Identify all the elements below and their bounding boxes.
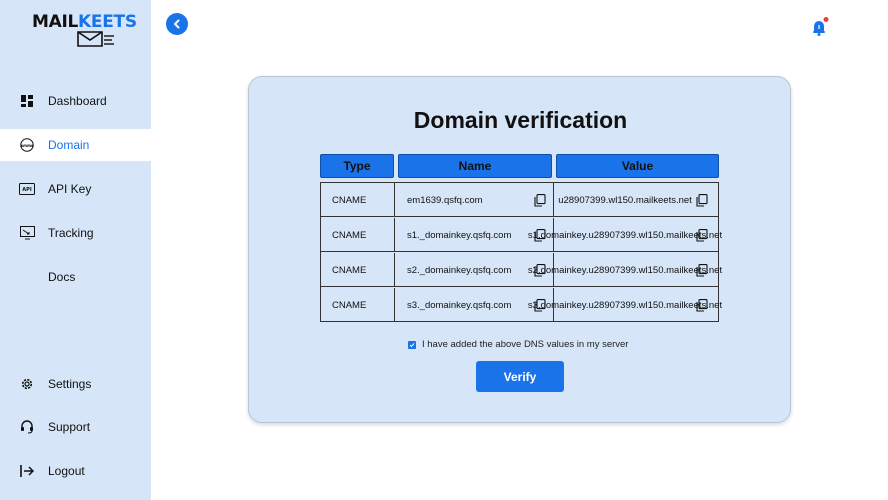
record-value: s1.domainkey.u28907399.wl150.mailkeets.n… <box>527 229 723 241</box>
sidebar: MAILKEETS Dashboard www Domain API API K… <box>0 0 151 500</box>
envelope-logo-icon <box>77 31 114 47</box>
record-name: em1639.qsfq.com <box>395 183 554 217</box>
copy-value-icon[interactable] <box>696 229 708 242</box>
logo-text-keets: KEETS <box>78 12 137 32</box>
record-value: s2.domainkey.u28907399.wl150.mailkeets.n… <box>527 264 723 276</box>
sidebar-item-label: Logout <box>48 464 85 478</box>
mailkeets-logo[interactable]: MAILKEETS <box>32 12 137 52</box>
record-type: CNAME <box>321 218 395 252</box>
dns-confirmation-label: I have added the above DNS values in my … <box>422 339 629 350</box>
notification-button[interactable] <box>810 17 830 37</box>
copy-value-icon[interactable] <box>696 299 708 312</box>
sidebar-item-support[interactable]: Support <box>0 411 151 443</box>
table-row: CNAME s3._domainkey.qsfq.com s3.domainke… <box>321 288 723 322</box>
record-value: u28907399.wl150.mailkeets.net <box>558 194 692 206</box>
column-header-value: Value <box>556 154 719 178</box>
headset-icon <box>19 419 35 435</box>
sidebar-item-dashboard[interactable]: Dashboard <box>0 85 151 117</box>
page-title: Domain verification <box>413 107 628 133</box>
svg-text:API: API <box>22 187 32 193</box>
sidebar-item-label: Domain <box>48 138 90 152</box>
dns-confirmation-checkbox[interactable] <box>408 340 416 349</box>
sidebar-item-settings[interactable]: Settings <box>0 368 151 400</box>
table-row: CNAME em1639.qsfq.com u28907399.wl150.ma… <box>321 183 718 217</box>
logo-text-mail: MAIL <box>32 12 79 32</box>
sidebar-item-label: Settings <box>48 377 92 391</box>
table-row: CNAME s2._domainkey.qsfq.com s2.domainke… <box>321 253 723 287</box>
sidebar-item-logout[interactable]: Logout <box>0 455 151 487</box>
column-header-name: Name <box>398 154 552 178</box>
verify-button[interactable]: Verify <box>476 361 564 392</box>
svg-text:www: www <box>21 144 33 149</box>
www-icon: www <box>19 137 35 153</box>
sidebar-item-tracking[interactable]: Tracking <box>0 217 151 249</box>
notification-dot <box>823 17 829 22</box>
chevron-left-icon <box>174 19 180 29</box>
sidebar-item-label: Docs <box>48 270 76 284</box>
copy-value-icon[interactable] <box>696 264 708 277</box>
sidebar-item-label: Support <box>48 420 91 434</box>
bell-icon <box>813 17 829 36</box>
back-button[interactable] <box>166 13 188 35</box>
sidebar-item-docs[interactable]: Docs <box>0 261 151 293</box>
copy-value-icon[interactable] <box>696 194 708 207</box>
logout-icon <box>19 463 35 479</box>
gear-icon <box>19 376 35 392</box>
record-type: CNAME <box>321 253 395 287</box>
dns-confirmation-row: I have added the above DNS values in my … <box>408 339 628 350</box>
table-row: CNAME s1._domainkey.qsfq.com s1.domainke… <box>321 218 723 252</box>
dashboard-icon <box>19 93 35 109</box>
record-type: CNAME <box>321 183 395 217</box>
sidebar-item-label: Tracking <box>48 226 94 240</box>
dns-records-table: CNAME em1639.qsfq.com u28907399.wl150.ma… <box>320 182 723 322</box>
copy-name-icon[interactable] <box>534 194 546 207</box>
record-value: s3.domainkey.u28907399.wl150.mailkeets.n… <box>527 299 723 311</box>
column-header-type: Type <box>320 154 394 178</box>
sidebar-item-label: API Key <box>48 182 92 196</box>
check-icon <box>409 342 415 347</box>
sidebar-item-api-key[interactable]: API API Key <box>0 173 151 205</box>
domain-verification-card: Domain verification Type Name Value CNAM… <box>248 76 791 423</box>
record-type: CNAME <box>321 288 395 322</box>
tracking-icon <box>19 225 35 241</box>
api-icon: API <box>19 181 35 197</box>
sidebar-item-domain[interactable]: www Domain <box>0 129 151 161</box>
sidebar-item-label: Dashboard <box>48 94 107 108</box>
